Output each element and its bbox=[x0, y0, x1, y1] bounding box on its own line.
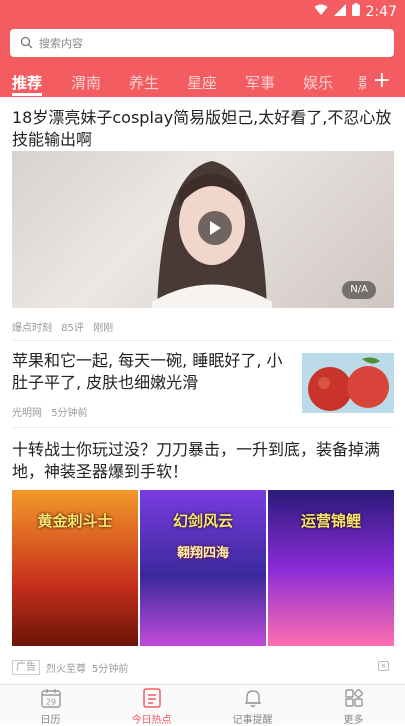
news-icon bbox=[142, 688, 161, 708]
status-time: 2:47 bbox=[365, 3, 397, 20]
divider bbox=[12, 340, 394, 341]
tab-recommend[interactable]: 推荐 bbox=[12, 72, 42, 93]
ad-images[interactable]: 黄金刺斗士 幻剑风云 翱翔四海 运营锦鲤 bbox=[12, 490, 394, 646]
tab-horoscope[interactable]: 星座 bbox=[187, 72, 217, 93]
ad-image: 黄金刺斗士 bbox=[12, 490, 138, 646]
nav-label: 记事提醒 bbox=[232, 715, 273, 726]
article-time: 5分钟前 bbox=[92, 664, 129, 675]
ad-image-text: 黄金刺斗士 bbox=[37, 512, 113, 530]
article-meta: 光明网 5分钟前 bbox=[12, 404, 94, 419]
article-time: 刚刚 bbox=[93, 323, 114, 334]
ad-image-subtext: 翱翔四海 bbox=[176, 546, 229, 561]
bottom-navigation: 29 日历 今日热点 记事提醒 更多 bbox=[0, 684, 405, 726]
nav-hot-news[interactable]: 今日热点 bbox=[101, 687, 202, 726]
grid-icon bbox=[344, 688, 363, 707]
video-duration: N/A bbox=[342, 281, 376, 299]
battery-icon bbox=[351, 3, 360, 20]
tab-military[interactable]: 军事 bbox=[245, 72, 275, 93]
search-placeholder: 搜索内容 bbox=[39, 37, 83, 50]
tab-film[interactable]: 影 bbox=[358, 72, 366, 93]
article-meta: 广告 烈火至尊 5分钟前 bbox=[12, 660, 128, 675]
nav-more[interactable]: 更多 bbox=[303, 687, 404, 726]
article-title[interactable]: 苹果和它一起, 每天一碗, 睡眠好了, 小肚子平了, 皮肤也细嫩光滑 bbox=[12, 350, 292, 394]
divider bbox=[12, 427, 394, 428]
status-bar: 2:47 bbox=[0, 0, 405, 22]
bell-icon bbox=[244, 690, 261, 708]
calendar-icon: 29 bbox=[40, 689, 61, 708]
active-tab-indicator bbox=[12, 93, 42, 96]
search-bar[interactable]: 搜索内容 bbox=[10, 29, 394, 57]
article-source: 爆点时刻 bbox=[12, 323, 52, 334]
nav-label: 更多 bbox=[343, 715, 364, 726]
article-time: 5分钟前 bbox=[51, 408, 88, 419]
ad-image: 运营锦鲤 bbox=[268, 490, 394, 646]
nav-label: 日历 bbox=[40, 715, 61, 726]
play-icon[interactable] bbox=[198, 211, 232, 245]
nav-label: 今日热点 bbox=[131, 715, 172, 726]
comment-count: 85评 bbox=[61, 323, 84, 334]
article-title[interactable]: 18岁漂亮妹子cosplay简易版妲己,太好看了,不忍心放技能输出啊 bbox=[12, 107, 394, 151]
article-source: 烈火至尊 bbox=[46, 664, 86, 675]
signal-icon bbox=[333, 3, 346, 20]
ad-badge: 广告 bbox=[12, 660, 40, 675]
tab-health[interactable]: 养生 bbox=[129, 72, 159, 93]
ad-image-text: 运营锦鲤 bbox=[300, 512, 361, 530]
article-source: 光明网 bbox=[12, 408, 42, 419]
ad-image-text: 幻剑风云 bbox=[172, 512, 233, 530]
search-icon bbox=[20, 34, 33, 53]
app-header: 2:47 搜索内容 推荐 渭南 养生 星座 军事 娱乐 影 + bbox=[0, 0, 405, 97]
nav-calendar[interactable]: 29 日历 bbox=[0, 687, 101, 726]
apple-thumbnail[interactable] bbox=[302, 353, 394, 413]
video-thumbnail[interactable]: N/A bbox=[12, 151, 394, 308]
calendar-day: 29 bbox=[45, 698, 55, 707]
add-tab-icon[interactable]: + bbox=[373, 70, 391, 92]
ad-image: 幻剑风云 翱翔四海 bbox=[140, 490, 266, 646]
wifi-icon bbox=[314, 4, 328, 20]
article-meta: 爆点时刻 85评 刚刚 bbox=[12, 319, 119, 334]
category-tabs: 推荐 渭南 养生 星座 军事 娱乐 影 + bbox=[0, 68, 405, 97]
article-title[interactable]: 十转战士你玩过没？刀刀暴击，一升到底，装备掉满地，神装圣器爆到手软！ bbox=[12, 439, 394, 483]
close-ad-icon[interactable]: × bbox=[378, 661, 389, 671]
tab-entertainment[interactable]: 娱乐 bbox=[303, 72, 333, 93]
tab-weinan[interactable]: 渭南 bbox=[71, 72, 101, 93]
nav-reminders[interactable]: 记事提醒 bbox=[202, 687, 303, 726]
